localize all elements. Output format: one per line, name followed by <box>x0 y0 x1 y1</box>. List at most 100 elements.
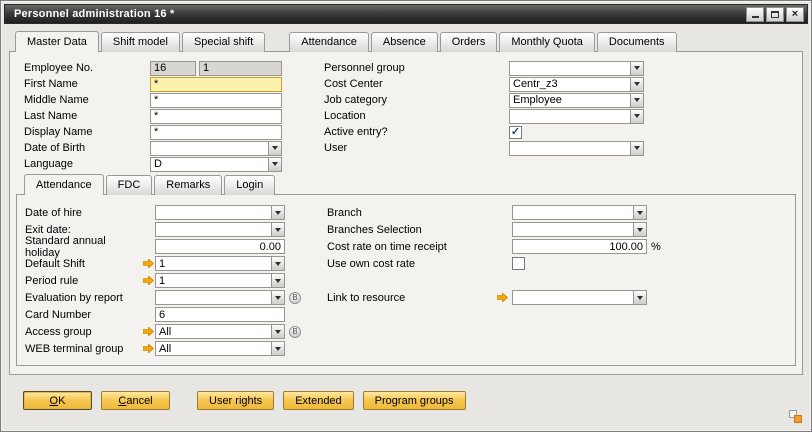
active-entry-checkbox[interactable]: ✓ <box>509 126 522 139</box>
period-rule-dropdown[interactable]: 1 <box>155 273 285 288</box>
dropdown-arrow-icon[interactable] <box>630 110 643 123</box>
last-name-label: Last Name <box>24 110 150 122</box>
employee-no-row: Employee No. 16 1 <box>24 60 296 76</box>
main-tabstrip: Master Data Shift model Special shift At… <box>15 32 808 52</box>
cost-center-dropdown[interactable]: Centr_z3 <box>509 77 644 92</box>
date-of-birth-dropdown[interactable] <box>150 141 282 156</box>
middle-name-label: Middle Name <box>24 94 150 106</box>
title-bar[interactable]: Personnel administration 16 * × <box>4 4 808 24</box>
location-label: Location <box>324 110 494 122</box>
tab-master-data[interactable]: Master Data <box>15 31 99 52</box>
display-name-field[interactable]: * <box>150 125 282 140</box>
dropdown-arrow-icon[interactable] <box>271 291 284 304</box>
minimize-button[interactable] <box>746 7 764 22</box>
access-group-circle-icon[interactable]: B <box>289 326 301 338</box>
dropdown-arrow-icon[interactable] <box>271 274 284 287</box>
date-of-hire-dropdown[interactable] <box>155 205 285 220</box>
link-arrow-icon[interactable] <box>143 344 154 353</box>
dropdown-arrow-icon[interactable] <box>271 325 284 338</box>
card-number-row: Card Number 6 <box>25 306 301 323</box>
cost-rate-field[interactable]: 100.00 <box>512 239 647 254</box>
last-name-row: Last Name * <box>24 108 296 124</box>
link-arrow-icon[interactable] <box>143 327 154 336</box>
last-name-field[interactable]: * <box>150 109 282 124</box>
branch-row: Branch <box>327 204 661 221</box>
personnel-group-dropdown[interactable] <box>509 61 644 76</box>
cancel-button[interactable]: Cancel <box>101 391 170 410</box>
link-to-resource-dropdown[interactable] <box>512 290 647 305</box>
card-number-field[interactable]: 6 <box>155 307 285 322</box>
branches-selection-dropdown[interactable] <box>512 222 647 237</box>
link-to-resource-row: Link to resource <box>327 289 661 306</box>
branch-dropdown[interactable] <box>512 205 647 220</box>
tab-documents[interactable]: Documents <box>597 32 677 52</box>
middle-name-field[interactable]: * <box>150 93 282 108</box>
active-entry-row: Active entry? ✓ <box>324 124 644 140</box>
link-arrow-icon[interactable] <box>143 276 154 285</box>
job-category-dropdown[interactable]: Employee <box>509 93 644 108</box>
dropdown-arrow-icon[interactable] <box>633 291 646 304</box>
tab-orders[interactable]: Orders <box>440 32 498 52</box>
tab-monthly-quota[interactable]: Monthly Quota <box>499 32 595 52</box>
maximize-button[interactable] <box>766 7 784 22</box>
access-group-row: Access group All B <box>25 323 301 340</box>
dropdown-arrow-icon[interactable] <box>271 223 284 236</box>
cost-rate-label: Cost rate on time receipt <box>327 241 497 253</box>
dropdown-arrow-icon[interactable] <box>268 158 281 171</box>
attendance-left-column: Date of hire Exit date: <box>25 204 301 357</box>
employee-no-field-2: 1 <box>199 61 282 76</box>
minimize-icon <box>752 16 759 18</box>
tab-absence[interactable]: Absence <box>371 32 438 52</box>
resize-grip[interactable] <box>789 410 802 423</box>
language-label: Language <box>24 158 150 170</box>
subtab-fdc[interactable]: FDC <box>106 175 153 195</box>
close-button[interactable]: × <box>786 7 804 22</box>
dropdown-arrow-icon[interactable] <box>271 257 284 270</box>
cost-rate-percent-suffix: % <box>651 241 661 253</box>
dropdown-arrow-icon[interactable] <box>633 206 646 219</box>
master-form: Employee No. 16 1 First Name * Middle Na… <box>10 52 802 172</box>
tab-special-shift[interactable]: Special shift <box>182 32 265 52</box>
language-row: Language D <box>24 156 296 172</box>
standard-annual-holiday-field[interactable]: 0.00 <box>155 239 285 254</box>
date-of-hire-label: Date of hire <box>25 207 143 219</box>
dropdown-arrow-icon[interactable] <box>633 223 646 236</box>
first-name-field[interactable]: * <box>150 77 282 92</box>
personnel-group-row: Personnel group <box>324 60 644 76</box>
attendance-right-column: Branch Branches Selection <box>327 204 661 357</box>
dropdown-arrow-icon[interactable] <box>268 142 281 155</box>
dropdown-arrow-icon[interactable] <box>271 206 284 219</box>
link-arrow-icon[interactable] <box>143 259 154 268</box>
dropdown-arrow-icon[interactable] <box>630 94 643 107</box>
exit-date-dropdown[interactable] <box>155 222 285 237</box>
dropdown-arrow-icon[interactable] <box>271 342 284 355</box>
evaluation-by-report-row: Evaluation by report B <box>25 289 301 306</box>
program-groups-button[interactable]: Program groups <box>363 391 466 410</box>
subtab-login[interactable]: Login <box>224 175 275 195</box>
ok-button[interactable]: OK <box>23 391 92 410</box>
access-group-dropdown[interactable]: All <box>155 324 285 339</box>
tab-attendance[interactable]: Attendance <box>289 32 369 52</box>
dropdown-arrow-icon[interactable] <box>630 142 643 155</box>
subtab-remarks[interactable]: Remarks <box>154 175 222 195</box>
location-dropdown[interactable] <box>509 109 644 124</box>
default-shift-dropdown[interactable]: 1 <box>155 256 285 271</box>
web-terminal-group-dropdown[interactable]: All <box>155 341 285 356</box>
default-shift-row: Default Shift 1 <box>25 255 301 272</box>
branch-label: Branch <box>327 207 497 219</box>
dropdown-arrow-icon[interactable] <box>630 62 643 75</box>
evaluation-report-circle-icon[interactable]: B <box>289 292 301 304</box>
job-category-label: Job category <box>324 94 494 106</box>
user-rights-button[interactable]: User rights <box>197 391 274 410</box>
extended-button[interactable]: Extended <box>283 391 353 410</box>
language-dropdown[interactable]: D <box>150 157 282 172</box>
tab-shift-model[interactable]: Shift model <box>101 32 180 52</box>
web-terminal-group-row: WEB terminal group All <box>25 340 301 357</box>
evaluation-by-report-dropdown[interactable] <box>155 290 285 305</box>
subtab-attendance[interactable]: Attendance <box>24 174 104 195</box>
use-own-cost-rate-checkbox[interactable] <box>512 257 525 270</box>
dropdown-arrow-icon[interactable] <box>630 78 643 91</box>
link-arrow-icon[interactable] <box>497 293 508 302</box>
standard-annual-holiday-row: Standard annual holiday 0.00 <box>25 238 301 255</box>
user-dropdown[interactable] <box>509 141 644 156</box>
